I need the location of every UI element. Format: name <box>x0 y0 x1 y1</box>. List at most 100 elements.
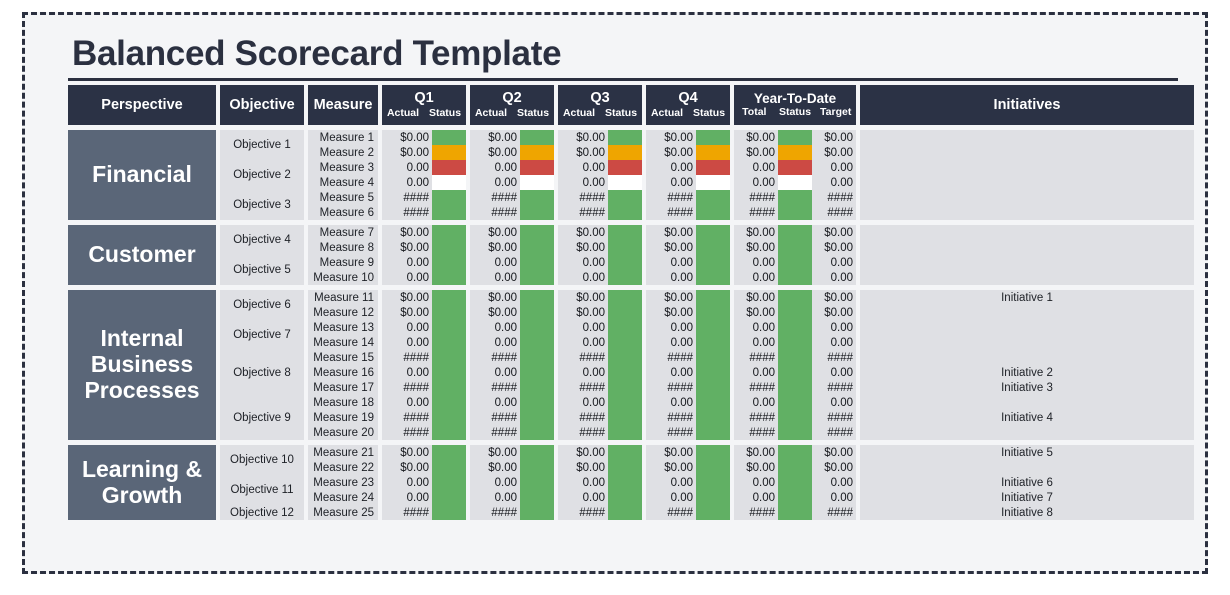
quarter-actual-cell[interactable]: #### <box>558 205 608 220</box>
objective-cell[interactable]: Objective 7 <box>220 320 304 350</box>
ytd-target-cell[interactable]: 0.00 <box>812 395 856 410</box>
quarter-actual-cell[interactable]: 0.00 <box>558 160 608 175</box>
measure-cell[interactable]: Measure 3 <box>308 160 378 175</box>
status-cell-red[interactable] <box>778 160 812 175</box>
quarter-actual-cell[interactable]: $0.00 <box>558 460 608 475</box>
measure-cell[interactable]: Measure 15 <box>308 350 378 365</box>
quarter-actual-cell[interactable]: $0.00 <box>558 145 608 160</box>
status-cell-green[interactable] <box>432 190 466 220</box>
measure-cell[interactable]: Measure 21 <box>308 445 378 460</box>
quarter-actual-cell[interactable]: #### <box>646 350 696 365</box>
status-cell-red[interactable] <box>696 160 730 175</box>
ytd-target-cell[interactable]: 0.00 <box>812 335 856 350</box>
initiative-cell[interactable]: Initiative 8 <box>860 505 1194 520</box>
status-cell-green[interactable] <box>696 290 730 440</box>
quarter-actual-cell[interactable]: $0.00 <box>646 225 696 240</box>
quarter-actual-cell[interactable]: 0.00 <box>382 175 432 190</box>
measure-cell[interactable]: Measure 20 <box>308 425 378 440</box>
ytd-total-cell[interactable]: #### <box>734 410 778 425</box>
quarter-actual-cell[interactable]: 0.00 <box>558 490 608 505</box>
objective-cell[interactable]: Objective 11 <box>220 475 304 505</box>
status-cell-green[interactable] <box>608 290 642 440</box>
ytd-target-cell[interactable]: 0.00 <box>812 270 856 285</box>
ytd-target-cell[interactable]: $0.00 <box>812 290 856 305</box>
status-cell-amber[interactable] <box>520 145 554 160</box>
initiative-cell[interactable]: Initiative 2 <box>860 365 1194 380</box>
quarter-actual-cell[interactable]: #### <box>382 425 432 440</box>
status-cell-red[interactable] <box>520 160 554 175</box>
quarter-actual-cell[interactable]: #### <box>470 350 520 365</box>
status-cell-blank[interactable] <box>608 175 642 190</box>
ytd-total-cell[interactable]: 0.00 <box>734 270 778 285</box>
quarter-actual-cell[interactable]: #### <box>470 380 520 395</box>
quarter-actual-cell[interactable]: 0.00 <box>646 395 696 410</box>
quarter-actual-cell[interactable]: #### <box>382 410 432 425</box>
status-cell-blank[interactable] <box>520 175 554 190</box>
quarter-actual-cell[interactable]: $0.00 <box>470 305 520 320</box>
quarter-actual-cell[interactable]: 0.00 <box>646 490 696 505</box>
quarter-actual-cell[interactable]: $0.00 <box>382 225 432 240</box>
quarter-actual-cell[interactable]: 0.00 <box>646 175 696 190</box>
quarter-actual-cell[interactable]: $0.00 <box>646 445 696 460</box>
measure-cell[interactable]: Measure 2 <box>308 145 378 160</box>
objective-cell[interactable]: Objective 2 <box>220 160 304 190</box>
quarter-actual-cell[interactable]: #### <box>646 410 696 425</box>
quarter-actual-cell[interactable]: $0.00 <box>470 290 520 305</box>
measure-cell[interactable]: Measure 13 <box>308 320 378 335</box>
ytd-total-cell[interactable]: 0.00 <box>734 475 778 490</box>
measure-cell[interactable]: Measure 17 <box>308 380 378 395</box>
quarter-actual-cell[interactable]: #### <box>558 425 608 440</box>
ytd-target-cell[interactable]: 0.00 <box>812 255 856 270</box>
quarter-actual-cell[interactable]: #### <box>646 425 696 440</box>
status-cell-amber[interactable] <box>696 145 730 160</box>
quarter-actual-cell[interactable]: 0.00 <box>558 175 608 190</box>
quarter-actual-cell[interactable]: $0.00 <box>646 145 696 160</box>
quarter-actual-cell[interactable]: 0.00 <box>558 335 608 350</box>
ytd-total-cell[interactable]: #### <box>734 380 778 395</box>
ytd-target-cell[interactable]: $0.00 <box>812 130 856 145</box>
measure-cell[interactable]: Measure 19 <box>308 410 378 425</box>
measure-cell[interactable]: Measure 16 <box>308 365 378 380</box>
quarter-actual-cell[interactable]: 0.00 <box>382 270 432 285</box>
status-cell-green[interactable] <box>696 190 730 220</box>
quarter-actual-cell[interactable]: $0.00 <box>382 445 432 460</box>
status-cell-green[interactable] <box>432 130 466 145</box>
quarter-actual-cell[interactable]: 0.00 <box>382 320 432 335</box>
objective-cell[interactable]: Objective 3 <box>220 190 304 220</box>
objective-cell[interactable]: Objective 1 <box>220 130 304 160</box>
status-cell-green[interactable] <box>432 445 466 520</box>
quarter-actual-cell[interactable]: $0.00 <box>558 445 608 460</box>
quarter-actual-cell[interactable]: 0.00 <box>646 475 696 490</box>
ytd-total-cell[interactable]: 0.00 <box>734 175 778 190</box>
quarter-actual-cell[interactable]: $0.00 <box>470 445 520 460</box>
quarter-actual-cell[interactable]: 0.00 <box>646 270 696 285</box>
quarter-actual-cell[interactable]: $0.00 <box>470 240 520 255</box>
quarter-actual-cell[interactable]: 0.00 <box>470 365 520 380</box>
quarter-actual-cell[interactable]: #### <box>382 205 432 220</box>
quarter-actual-cell[interactable]: 0.00 <box>646 255 696 270</box>
ytd-total-cell[interactable]: 0.00 <box>734 160 778 175</box>
ytd-target-cell[interactable]: #### <box>812 350 856 365</box>
perspective-cell-financial[interactable]: Financial <box>68 130 216 220</box>
quarter-actual-cell[interactable]: $0.00 <box>470 460 520 475</box>
quarter-actual-cell[interactable]: 0.00 <box>646 320 696 335</box>
ytd-total-cell[interactable]: #### <box>734 190 778 205</box>
status-cell-red[interactable] <box>432 160 466 175</box>
ytd-target-cell[interactable]: #### <box>812 380 856 395</box>
quarter-actual-cell[interactable]: $0.00 <box>382 145 432 160</box>
status-cell-green[interactable] <box>778 130 812 145</box>
status-cell-green[interactable] <box>778 190 812 220</box>
quarter-actual-cell[interactable]: #### <box>382 380 432 395</box>
ytd-target-cell[interactable]: 0.00 <box>812 175 856 190</box>
status-cell-green[interactable] <box>696 225 730 285</box>
quarter-actual-cell[interactable]: 0.00 <box>470 475 520 490</box>
ytd-total-cell[interactable]: #### <box>734 350 778 365</box>
status-cell-green[interactable] <box>432 225 466 285</box>
ytd-target-cell[interactable]: #### <box>812 425 856 440</box>
measure-cell[interactable]: Measure 18 <box>308 395 378 410</box>
measure-cell[interactable]: Measure 9 <box>308 255 378 270</box>
ytd-total-cell[interactable]: 0.00 <box>734 335 778 350</box>
ytd-target-cell[interactable]: $0.00 <box>812 225 856 240</box>
quarter-actual-cell[interactable]: $0.00 <box>470 225 520 240</box>
ytd-target-cell[interactable]: #### <box>812 190 856 205</box>
